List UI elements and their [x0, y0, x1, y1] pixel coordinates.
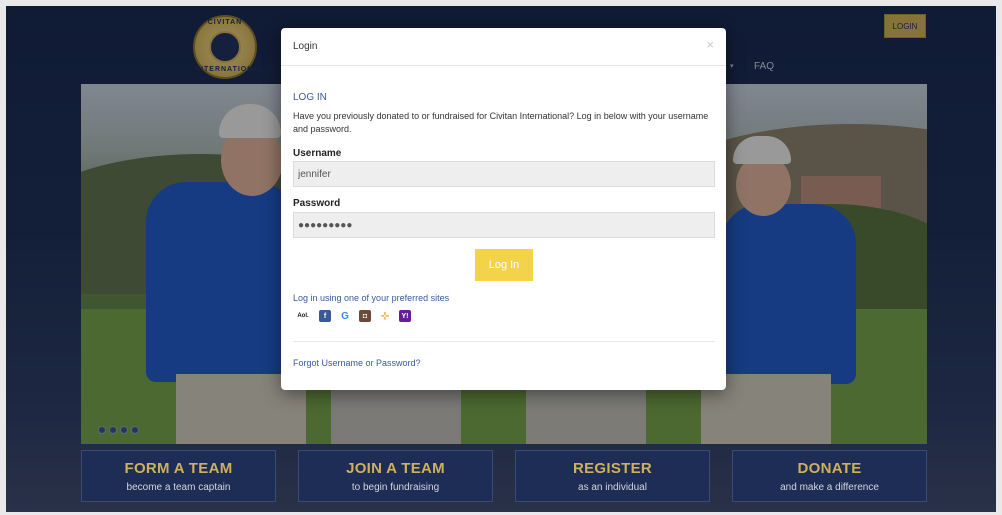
google-icon[interactable]: G: [339, 310, 351, 322]
form-a-team-button[interactable]: FORM A TEAM become a team captain: [81, 450, 276, 502]
cta-subtitle: and make a difference: [780, 481, 879, 493]
social-login-icons: Aol. f G ◘ ⊹ Y!: [295, 310, 411, 322]
username-field[interactable]: [293, 161, 715, 187]
login-intro-text: Have you previously donated to or fundra…: [293, 111, 709, 134]
username-label: Username: [293, 148, 342, 159]
aol-icon[interactable]: Aol.: [295, 310, 311, 322]
modal-divider: [293, 341, 715, 342]
log-in-button[interactable]: Log In: [475, 249, 533, 281]
cta-title: FORM A TEAM: [124, 459, 233, 477]
cta-title: REGISTER: [572, 459, 653, 477]
yahoo-icon[interactable]: Y!: [399, 310, 411, 322]
cta-subtitle: become a team captain: [126, 481, 231, 493]
password-label: Password: [293, 198, 341, 209]
register-button[interactable]: REGISTER as an individual: [515, 450, 710, 502]
social-login-label: Log in using one of your preferred sites: [293, 293, 450, 303]
cta-subtitle: to begin fundraising: [351, 481, 440, 493]
join-a-team-button[interactable]: JOIN A TEAM to begin fundraising: [298, 450, 493, 502]
cta-title: JOIN A TEAM: [346, 459, 445, 477]
forgot-credentials-link[interactable]: Forgot Username or Password?: [293, 358, 421, 368]
facebook-icon[interactable]: f: [319, 310, 331, 322]
modal-title: Login: [293, 41, 318, 52]
modal-header: Login ×: [281, 28, 726, 66]
instagram-icon[interactable]: ◘: [359, 310, 371, 322]
cta-subtitle: as an individual: [578, 481, 647, 493]
password-field[interactable]: [293, 212, 715, 238]
close-icon[interactable]: ×: [706, 37, 714, 52]
odnoklassniki-icon[interactable]: ⊹: [379, 310, 391, 322]
login-section-heading: LOG IN: [293, 92, 327, 103]
login-modal: Login × LOG IN Have you previously donat…: [281, 28, 726, 390]
cta-title: DONATE: [797, 459, 862, 477]
donate-button[interactable]: DONATE and make a difference: [732, 450, 927, 502]
